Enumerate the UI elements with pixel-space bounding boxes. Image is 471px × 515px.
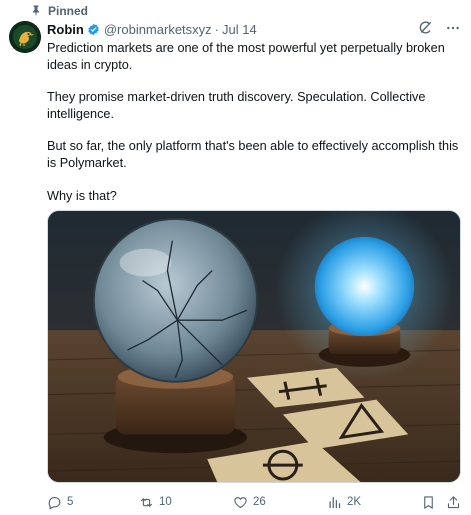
bookmark-icon — [421, 495, 436, 510]
tweet-top-actions — [417, 20, 461, 36]
reply-button[interactable]: 5 — [47, 493, 73, 511]
heart-icon — [233, 495, 248, 510]
views-button[interactable]: 2K — [327, 493, 361, 511]
like-count: 26 — [253, 496, 266, 508]
tweet-paragraph: Prediction markets are one of the most p… — [47, 41, 445, 72]
tweet-paragraph: They promise market-driven truth discove… — [47, 90, 426, 121]
pin-icon — [30, 4, 42, 19]
tweet-paragraph: Why is that? — [47, 188, 117, 203]
avatar[interactable] — [9, 21, 41, 53]
tweet-media-image[interactable] — [47, 210, 461, 483]
repost-count: 10 — [159, 496, 172, 508]
repost-icon — [139, 495, 154, 510]
share-icon — [446, 495, 461, 510]
bird-logo-icon — [9, 21, 41, 53]
verified-badge-icon — [87, 23, 100, 36]
tweet-header: Robin @robinmarketsxyz · Jul 14 — [47, 20, 257, 38]
tweet-paragraph: But so far, the only platform that's bee… — [47, 139, 459, 170]
bookmark-button[interactable] — [421, 493, 436, 511]
tweet-date[interactable]: Jul 14 — [222, 22, 257, 37]
separator-dot: · — [214, 21, 220, 37]
reply-count: 5 — [67, 496, 74, 508]
pinned-indicator: Pinned — [30, 3, 88, 19]
grok-icon[interactable] — [417, 20, 433, 36]
author-handle[interactable]: @robinmarketsxyz — [104, 22, 212, 37]
views-count: 2K — [347, 496, 362, 508]
pinned-label: Pinned — [48, 4, 89, 18]
reply-icon — [47, 495, 62, 510]
more-icon[interactable] — [445, 20, 461, 36]
tweet-body: Prediction markets are one of the most p… — [47, 40, 463, 204]
crystal-balls-illustration — [48, 211, 460, 482]
like-button[interactable]: 26 — [233, 493, 266, 511]
tweet-action-bar: 5 10 26 2K — [47, 493, 461, 511]
author-name[interactable]: Robin — [47, 22, 84, 37]
repost-button[interactable]: 10 — [139, 493, 172, 511]
views-chart-icon — [327, 495, 342, 510]
share-button[interactable] — [446, 493, 461, 511]
